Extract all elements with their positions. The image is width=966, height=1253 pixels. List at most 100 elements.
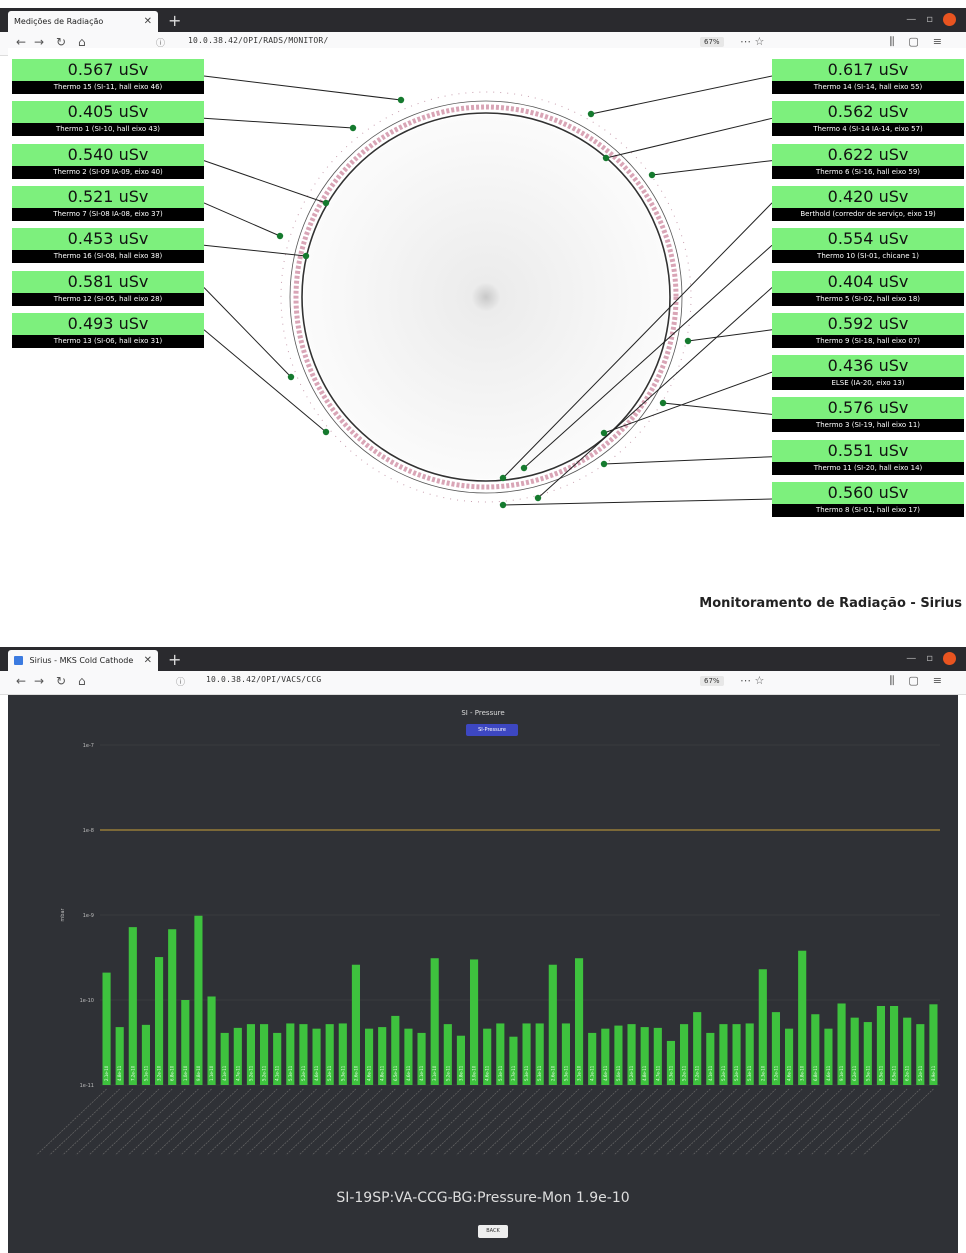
tab-bar: Medições de Radiação ✕ + — ▫ (0, 8, 966, 32)
dose-value: 0.617 uSv (772, 59, 964, 81)
x-category-tick (679, 1088, 750, 1156)
back-icon[interactable]: ← (16, 674, 26, 688)
y-tick-label: 1e-9 (83, 913, 94, 919)
close-tab-icon[interactable]: ✕ (144, 650, 152, 671)
forward-icon[interactable]: → (34, 35, 44, 49)
tab-radiation[interactable]: Medições de Radiação ✕ (8, 11, 158, 32)
x-category-tick (600, 1088, 672, 1156)
bar-data-label: 5.3e-11 (524, 1065, 529, 1081)
x-category-tick (810, 1088, 882, 1156)
x-category-tick (561, 1088, 632, 1156)
reload-icon[interactable]: ↻ (56, 674, 66, 688)
x-category-tick (574, 1088, 645, 1156)
bar-data-label: 4.1e-11 (590, 1065, 595, 1081)
bar-data-label: 4.1e-11 (275, 1065, 280, 1081)
x-category-tick (220, 1088, 291, 1156)
toolbar-icons[interactable]: ⫼▢≡ (889, 35, 956, 49)
bar-data-label: 9.1e-11 (839, 1065, 844, 1081)
new-tab-button[interactable]: + (168, 650, 181, 670)
leader-line (203, 75, 402, 101)
zoom-level[interactable]: 67% (700, 676, 724, 686)
site-info-icon[interactable]: ⓘ (176, 675, 185, 688)
monitor-label: Berthold (corredor de serviço, eixo 19) (772, 207, 964, 221)
dose-value: 0.436 uSv (772, 355, 964, 378)
bar-data-label: 6.2e-11 (905, 1065, 910, 1081)
bar-data-label: 6.8e-10 (170, 1065, 175, 1081)
tab-vacuum[interactable]: Sirius - MKS Cold Cathode ✕ (8, 650, 158, 671)
back-icon[interactable]: ← (16, 35, 26, 49)
radiation-monitor: 0.404 uSv Thermo 5 (SI-02, hall eixo 18) (772, 270, 964, 306)
maximize-icon[interactable]: ▫ (926, 14, 933, 25)
bar-data-label: 3.2e-10 (157, 1065, 162, 1081)
x-category-tick (495, 1088, 567, 1156)
zoom-level[interactable]: 67% (700, 37, 724, 47)
bar-data-label: 5.2e-11 (918, 1065, 923, 1081)
pressure-bar (194, 915, 203, 1085)
x-category-tick (863, 1088, 934, 1156)
x-category-tick (325, 1088, 396, 1156)
bar-data-label: 3.8e-10 (800, 1065, 805, 1081)
bar-data-label: 4.6e-11 (603, 1065, 608, 1081)
bar-data-label: 5.2e-11 (301, 1065, 306, 1081)
selected-readout: SI-19SP:VA-CCG-BG:Pressure-Mon 1.9e-10 (336, 1190, 630, 1206)
x-category-tick (731, 1088, 803, 1156)
x-category-tick (338, 1088, 409, 1156)
forward-icon[interactable]: → (34, 674, 44, 688)
close-tab-icon[interactable]: ✕ (144, 11, 152, 32)
y-axis-label: mbar (60, 907, 66, 921)
vacuum-browser-window: Sirius - MKS Cold Cathode ✕ + — ▫ ← → ↻ … (0, 647, 966, 695)
toolbar-icons[interactable]: ⫼▢≡ (889, 674, 956, 688)
bar-data-label: 3.3e-11 (668, 1065, 673, 1081)
bar-data-label: 1.0e-10 (183, 1065, 188, 1081)
sensor-location-dot (349, 124, 357, 132)
x-category-tick (416, 1088, 488, 1156)
page-actions-icon[interactable]: ⋯ ☆ (740, 35, 764, 48)
monitor-label: ELSE (IA-20, eixo 13) (772, 377, 964, 391)
sensor-location-dot (322, 199, 330, 207)
leader-line (590, 75, 773, 115)
minimize-icon[interactable]: — (906, 14, 916, 25)
dose-value: 0.576 uSv (772, 397, 964, 420)
x-category-tick (351, 1088, 422, 1156)
reload-icon[interactable]: ↻ (56, 35, 66, 49)
window-controls: — ▫ (906, 652, 956, 665)
bar-data-label: 3.0e-10 (472, 1065, 477, 1081)
x-category-tick (626, 1088, 698, 1156)
maximize-icon[interactable]: ▫ (926, 653, 933, 664)
sensor-location-dot (602, 154, 610, 162)
minimize-icon[interactable]: — (906, 653, 916, 664)
home-icon[interactable]: ⌂ (78, 674, 86, 688)
new-tab-button[interactable]: + (168, 11, 181, 31)
bar-data-label: 4.8e-11 (117, 1065, 122, 1081)
x-category-tick (771, 1088, 842, 1156)
bar-data-label: 4.7e-11 (235, 1065, 240, 1081)
back-button[interactable]: BACK (478, 1225, 508, 1238)
x-category-tick (167, 1088, 239, 1156)
leader-line (687, 329, 773, 342)
leader-line (203, 117, 354, 129)
monitor-label: Thermo 10 (SI-01, chicane 1) (772, 250, 964, 264)
url-bar[interactable]: 10.0.38.42/OPI/RADS/MONITOR/ (188, 36, 328, 45)
bar-data-label: 4.6e-11 (787, 1065, 792, 1081)
bar-data-label: 4.7e-11 (655, 1065, 660, 1081)
radiation-monitor: 0.436 uSv ELSE (IA-20, eixo 13) (772, 355, 964, 391)
page-actions-icon[interactable]: ⋯ ☆ (740, 674, 764, 687)
x-category-tick (836, 1088, 908, 1156)
url-bar[interactable]: 10.0.38.42/OPI/VACS/CCG (206, 675, 321, 684)
window-close-icon[interactable] (943, 652, 956, 665)
leader-line (203, 202, 281, 237)
monitor-label: Thermo 8 (SI-01, hall eixo 17) (772, 504, 964, 517)
dose-value: 0.540 uSv (12, 143, 204, 166)
y-tick-label: 1e-10 (80, 998, 94, 1004)
home-icon[interactable]: ⌂ (78, 35, 86, 49)
x-category-tick (403, 1088, 475, 1156)
x-category-tick (298, 1088, 370, 1156)
window-close-icon[interactable] (943, 13, 956, 26)
bar-data-label: 4.6e-11 (826, 1065, 831, 1081)
x-category-tick (128, 1088, 199, 1156)
bar-data-label: 5.2e-11 (629, 1065, 634, 1081)
bar-data-label: 5.2e-11 (262, 1065, 267, 1081)
x-category-tick (364, 1088, 435, 1156)
leader-line (203, 244, 307, 257)
x-category-tick (311, 1088, 383, 1156)
